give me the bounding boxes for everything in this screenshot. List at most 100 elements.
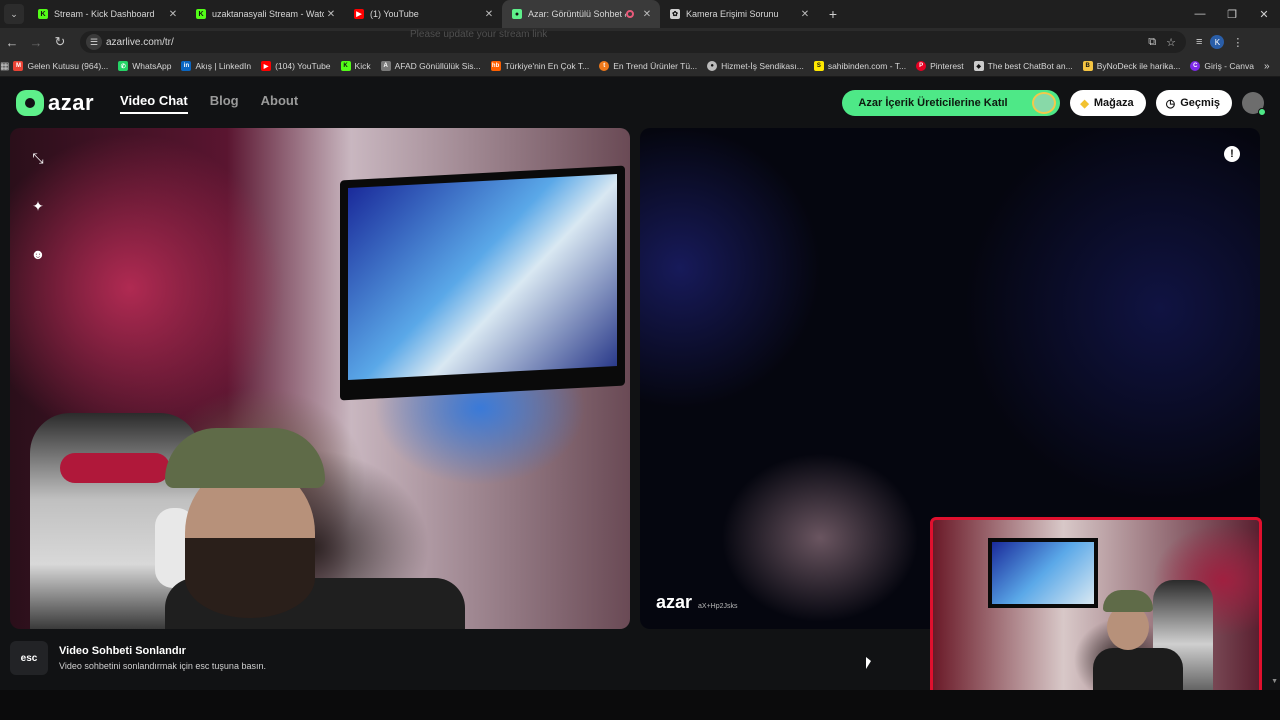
bookmark-trendyol[interactable]: t En Trend Ürünler Tü... xyxy=(599,61,697,71)
install-app-icon[interactable]: ⧉ xyxy=(1148,36,1156,49)
close-icon[interactable]: ✕ xyxy=(324,9,338,20)
end-chat-title: Video Sohbeti Sonlandır xyxy=(59,645,186,657)
bookmark-hizmet-is[interactable]: ● Hizmet-İş Sendikası... xyxy=(707,61,804,71)
tab-title: (1) YouTube xyxy=(370,9,419,19)
union-icon: ● xyxy=(707,61,718,71)
join-creators-button[interactable]: Azar İçerik Üreticilerine Katıl xyxy=(842,90,1061,116)
chatbot-icon: ◆ xyxy=(973,61,984,71)
bookmark-label: The best ChatBot an... xyxy=(987,61,1073,71)
restore-icon[interactable]: ❐ xyxy=(1216,8,1248,21)
bookmark-label: Akış | LinkedIn xyxy=(195,61,252,71)
background-monitor xyxy=(340,165,625,401)
tab-title: Azar: Görüntülü Sohbet & Video Chat xyxy=(528,9,626,19)
more-menu-icon[interactable]: ⋮ xyxy=(1232,36,1243,49)
history-label: Geçmiş xyxy=(1180,97,1220,109)
nav-about[interactable]: About xyxy=(261,93,299,114)
bookmark-canva[interactable]: C Giriş - Canva xyxy=(1190,61,1254,71)
azar-logo[interactable]: azar xyxy=(16,90,94,116)
minimize-icon[interactable]: — xyxy=(1184,8,1216,21)
back-icon[interactable]: ← xyxy=(0,35,24,50)
bookmark-pinterest[interactable]: P Pinterest xyxy=(916,61,964,71)
scroll-down-icon[interactable]: ▼ xyxy=(1271,678,1278,685)
whatsapp-icon: ✆ xyxy=(118,61,129,71)
tab-azar[interactable]: ● Azar: Görüntülü Sohbet & Video Chat ✕ xyxy=(502,0,660,28)
azar-logo-icon xyxy=(16,90,44,116)
nav-blog[interactable]: Blog xyxy=(210,93,239,114)
tab-title: Kamera Erişimi Sorunu xyxy=(686,9,779,19)
bookmark-linkedin[interactable]: in Akış | LinkedIn xyxy=(181,61,251,71)
main-nav: Video Chat Blog About xyxy=(120,93,298,114)
history-button[interactable]: ◷ Geçmiş xyxy=(1155,90,1232,116)
tab-kick-dashboard[interactable]: K Stream - Kick Dashboard ✕ xyxy=(28,0,186,28)
bookmark-kick[interactable]: K Kick xyxy=(340,61,371,71)
chatgpt-icon: ✿ xyxy=(670,9,680,19)
close-window-icon[interactable]: ✕ xyxy=(1248,8,1280,21)
bookmark-label: (104) YouTube xyxy=(275,61,331,71)
gmail-icon: M xyxy=(13,61,24,71)
minimize-video-icon[interactable]: ⤡ xyxy=(28,148,48,168)
azar-icon: ● xyxy=(512,9,522,19)
effects-sparkle-icon[interactable]: ✦ xyxy=(28,196,48,216)
user-avatar[interactable] xyxy=(1242,92,1266,116)
bookmark-gmail[interactable]: M Gelen Kutusu (964)... xyxy=(13,61,108,71)
close-icon[interactable]: ✕ xyxy=(798,9,812,20)
site-info-icon[interactable]: ☰ xyxy=(86,34,102,50)
end-chat-text: Video Sohbeti Sonlandır Video sohbetini … xyxy=(59,645,266,671)
bookmark-label: Türkiye'nin En Çok T... xyxy=(504,61,590,71)
new-tab-button[interactable]: + xyxy=(822,6,844,22)
close-icon[interactable]: ✕ xyxy=(640,9,654,20)
end-chat-hint: esc Video Sohbeti Sonlandır Video sohbet… xyxy=(10,641,266,675)
video-side-tools: ⤡ ✦ ☻ xyxy=(28,148,48,264)
bookmark-label: Gelen Kutusu (964)... xyxy=(27,61,109,71)
header-actions: Azar İçerik Üreticilerine Katıl ◆ Mağaza… xyxy=(842,90,1266,116)
bynodeck-icon: B xyxy=(1082,61,1093,71)
apps-grid-icon[interactable]: ▦ xyxy=(0,61,9,72)
linkedin-icon: in xyxy=(181,61,192,71)
kick-icon: K xyxy=(196,9,206,19)
bookmark-star-icon[interactable]: ☆ xyxy=(1166,36,1176,49)
sahibinden-icon: S xyxy=(813,61,824,71)
close-icon[interactable]: ✕ xyxy=(482,9,496,20)
esc-key[interactable]: esc xyxy=(10,641,48,675)
bookmark-label: Kick xyxy=(354,61,371,71)
shop-label: Mağaza xyxy=(1093,97,1134,109)
bookmark-youtube[interactable]: ▶ (104) YouTube xyxy=(261,61,331,71)
reload-icon[interactable]: ↻ xyxy=(48,34,72,50)
url-field[interactable]: ☰ azarlive.com/tr/ Please update your st… xyxy=(80,29,1186,53)
more-bookmarks-icon[interactable]: » xyxy=(1264,61,1270,72)
bookmark-chatbot[interactable]: ◆ The best ChatBot an... xyxy=(973,61,1073,71)
media-controls-icon[interactable]: ≡ xyxy=(1196,36,1202,48)
afad-icon: A xyxy=(380,61,391,71)
tab-youtube[interactable]: ▶ (1) YouTube ✕ xyxy=(344,0,502,28)
url-text: azarlive.com/tr/ xyxy=(106,36,174,48)
shop-button[interactable]: ◆ Mağaza xyxy=(1070,90,1146,116)
forward-icon[interactable]: → xyxy=(24,35,48,50)
tab-kick-stream[interactable]: K uzaktanasyali Stream - Watch Live ✕ xyxy=(186,0,344,28)
bookmark-whatsapp[interactable]: ✆ WhatsApp xyxy=(118,61,171,71)
bookmark-label: sahibinden.com - T... xyxy=(827,61,907,71)
mask-filter-icon[interactable]: ☻ xyxy=(28,244,48,264)
youtube-icon: ▶ xyxy=(261,61,272,71)
canva-icon: C xyxy=(1190,61,1201,71)
online-status-dot xyxy=(1258,108,1266,116)
bookmark-sahibinden[interactable]: Ssahibinden.com - T... xyxy=(813,61,907,71)
pinterest-icon: P xyxy=(916,61,927,71)
bookmark-label: En Trend Ürünler Tü... xyxy=(613,61,698,71)
bookmark-bynodeck[interactable]: B ByNoDeck ile harika... xyxy=(1082,61,1180,71)
bookmark-afad[interactable]: A AFAD Gönüllülük Sis... xyxy=(380,61,481,71)
watermark-logo: azar xyxy=(656,592,693,612)
remote-watermark: azar aX+Hp2Jsks xyxy=(656,592,738,613)
report-icon[interactable]: ! xyxy=(1224,146,1240,162)
close-icon[interactable]: ✕ xyxy=(166,9,180,20)
tab-search-icon[interactable]: ⌄ xyxy=(4,4,24,24)
tab-title: uzaktanasyali Stream - Watch Live xyxy=(212,9,324,19)
window-controls: — ❐ ✕ xyxy=(1184,8,1280,21)
mouse-cursor-icon xyxy=(866,657,871,669)
omnibox-actions: ⧉ ☆ xyxy=(1148,36,1186,49)
profile-avatar[interactable]: K xyxy=(1210,35,1225,49)
creator-badge-icon xyxy=(1032,92,1057,114)
nav-video-chat[interactable]: Video Chat xyxy=(120,93,188,114)
local-video: ⤡ ✦ ☻ xyxy=(10,128,630,629)
bookmark-hepsiburada[interactable]: hb Türkiye'nin En Çok T... xyxy=(490,61,590,71)
tab-camera-issue[interactable]: ✿ Kamera Erişimi Sorunu ✕ xyxy=(660,0,818,28)
